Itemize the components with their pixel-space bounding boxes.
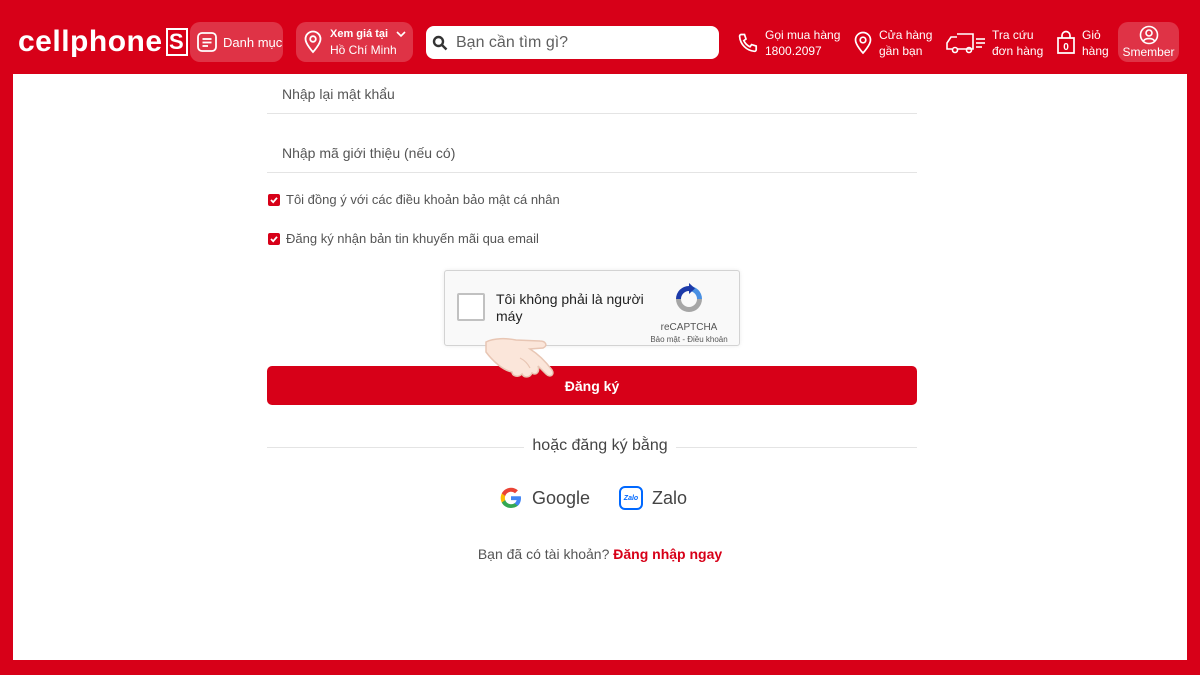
logo-s-box: S <box>165 28 188 56</box>
smember-button[interactable]: Smember <box>1118 22 1179 62</box>
menu-list-icon <box>197 32 217 52</box>
or-divider: hoặc đăng ký bằng <box>0 437 1200 455</box>
recaptcha-branding: reCAPTCHA Bảo mật - Điều khoản <box>649 283 729 344</box>
google-label: Google <box>532 487 591 508</box>
zalo-label: Zalo <box>652 487 688 508</box>
recaptcha-logo-icon <box>676 283 702 312</box>
newsletter-checkbox-row[interactable]: Đăng ký nhận bản tin khuyến mãi qua emai… <box>268 231 539 246</box>
register-button[interactable]: Đăng ký <box>267 366 917 405</box>
newsletter-checkbox[interactable] <box>268 232 280 245</box>
location-selector[interactable]: Xem giá tại Hồ Chí Minh <box>296 22 413 62</box>
zalo-signup-button[interactable]: Zalo Zalo <box>619 484 687 512</box>
user-avatar-icon <box>1139 25 1158 45</box>
order-line2: đơn hàng <box>992 44 1044 58</box>
agree-terms-checkbox[interactable] <box>268 193 280 206</box>
referral-code-input[interactable] <box>267 144 917 161</box>
login-prompt: Bạn đã có tài khoản? Đăng nhập ngay <box>0 546 1200 562</box>
location-city: Hồ Chí Minh <box>330 43 397 57</box>
category-menu-label: Danh mục <box>223 34 283 50</box>
chevron-down-icon <box>396 31 406 38</box>
newsletter-label: Đăng ký nhận bản tin khuyến mãi qua emai… <box>286 231 539 246</box>
category-menu-button[interactable]: Danh mục <box>190 22 283 62</box>
agree-terms-label: Tôi đồng ý với các điều khoản bảo mật cá… <box>286 192 560 207</box>
search-bar[interactable] <box>426 26 719 59</box>
recaptcha-links[interactable]: Bảo mật - Điều khoản <box>649 335 729 344</box>
shopping-bag-icon: 0 <box>1057 30 1075 54</box>
confirm-password-field[interactable] <box>267 74 917 114</box>
hotline-label: Gọi mua hàng <box>765 28 841 42</box>
cart-link[interactable]: 0 Giỏ hàng <box>1055 26 1109 60</box>
store-locator-link[interactable]: Cửa hàng gần bạn <box>852 26 932 60</box>
agree-terms-checkbox-row[interactable]: Tôi đồng ý với các điều khoản bảo mật cá… <box>268 192 560 207</box>
hotline-link[interactable]: Gọi mua hàng 1800.2097 <box>736 26 840 60</box>
cart-line1: Giỏ <box>1082 28 1101 42</box>
cart-line2: hàng <box>1082 44 1109 58</box>
cellphones-logo[interactable]: cellphone S <box>18 24 188 60</box>
recaptcha-label: Tôi không phải là người máy <box>496 291 644 324</box>
store-line2: gần bạn <box>879 44 923 58</box>
logo-text: cellphone <box>18 25 163 58</box>
or-divider-text: hoặc đăng ký bằng <box>524 437 676 454</box>
hotline-number: 1800.2097 <box>765 44 822 58</box>
referral-code-field[interactable] <box>267 133 917 173</box>
recaptcha-brand-text: reCAPTCHA <box>660 322 718 333</box>
checkmark-icon <box>270 196 278 204</box>
zalo-icon-text: Zalo <box>623 494 639 502</box>
store-pin-icon <box>854 31 872 55</box>
search-input[interactable] <box>456 33 706 52</box>
login-link[interactable]: Đăng nhập ngay <box>613 546 722 562</box>
delivery-truck-icon <box>946 33 985 54</box>
location-pin-icon <box>304 30 322 54</box>
location-prefix: Xem giá tại <box>330 28 389 40</box>
checkmark-icon <box>270 235 278 243</box>
phone-icon <box>738 33 758 53</box>
google-signup-button[interactable]: Google <box>499 484 590 512</box>
confirm-password-input[interactable] <box>267 85 917 102</box>
zalo-icon: Zalo <box>619 486 643 510</box>
have-account-text: Bạn đã có tài khoản? <box>477 546 610 562</box>
cart-count: 0 <box>1063 42 1069 53</box>
order-lookup-link[interactable]: Tra cứu đơn hàng <box>945 26 1043 60</box>
search-icon <box>432 35 448 50</box>
smember-label: Smember <box>1122 45 1175 59</box>
store-line1: Cửa hàng <box>879 28 933 42</box>
top-header: cellphone S Danh mục Xem giá tại Hồ Chí M… <box>0 0 1200 74</box>
pointing-hand-icon <box>485 337 554 378</box>
google-icon <box>500 487 521 508</box>
recaptcha-checkbox[interactable] <box>457 293 485 321</box>
order-line1: Tra cứu <box>992 28 1034 42</box>
